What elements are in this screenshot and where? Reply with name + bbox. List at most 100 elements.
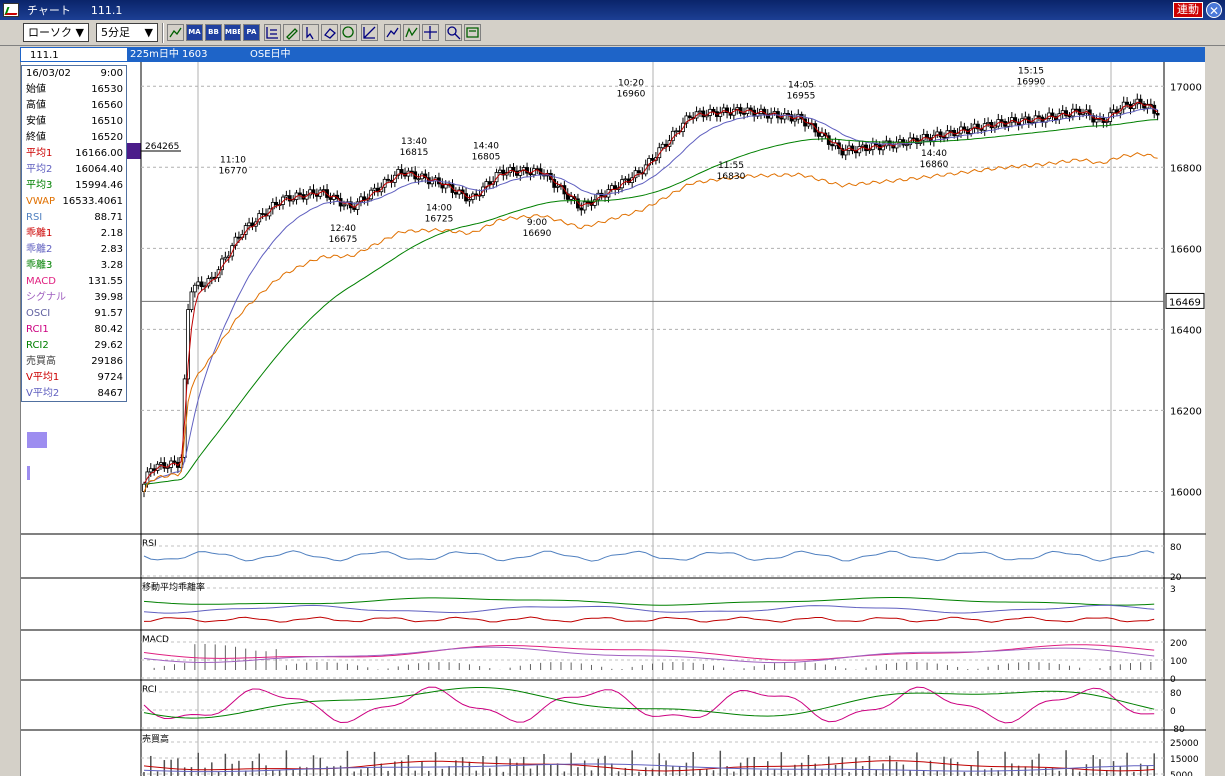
data-row-label: V平均2 <box>26 388 60 399</box>
annotation-price: 16725 <box>425 215 454 225</box>
candle-body <box>474 193 479 196</box>
candle-body <box>237 236 241 239</box>
data-row-label: 安値 <box>26 116 46 127</box>
data-panel-row: 高値 16560 <box>22 98 126 114</box>
candle-body <box>284 195 289 198</box>
interval-dropdown[interactable]: 5分足 ▼ <box>96 23 158 42</box>
cursor-icon[interactable] <box>403 24 420 41</box>
annotation-time: 14:40 <box>473 141 499 151</box>
side-bar-marker <box>27 466 30 480</box>
panel-tick-label: 3 <box>1170 585 1176 595</box>
grid-icon[interactable] <box>361 24 378 41</box>
data-panel-row: OSCI 91.57 <box>22 306 126 322</box>
data-row-value: 3.28 <box>100 260 123 271</box>
toolbar: ローソク ▼ 5分足 ▼ MA BB MBE PA <box>0 20 1225 46</box>
candle-body <box>399 169 404 174</box>
candle-body <box>698 110 702 113</box>
data-row-value: 91.57 <box>94 308 123 319</box>
ma-button[interactable]: MA <box>186 24 203 41</box>
candle-body <box>843 149 848 156</box>
candle-body <box>650 158 655 161</box>
crosshair-icon[interactable] <box>302 24 319 41</box>
data-panel-row: 乖離3 3.28 <box>22 258 126 274</box>
zoom-icon[interactable] <box>321 24 338 41</box>
trendline-icon[interactable] <box>464 24 481 41</box>
data-row-label: RSI <box>26 212 43 223</box>
print-icon[interactable] <box>340 24 357 41</box>
pencil-icon[interactable] <box>384 24 401 41</box>
candle-body <box>1037 115 1041 118</box>
annotation-price: 16770 <box>219 166 248 176</box>
candle-body <box>298 192 302 195</box>
panel-tick-label: 25000 <box>1170 739 1199 749</box>
chart-type-dropdown[interactable]: ローソク ▼ <box>23 23 89 42</box>
data-row-label: 乖離2 <box>26 244 53 255</box>
panel-title-volume: 売買高 <box>142 733 169 745</box>
candle-body <box>660 143 665 149</box>
bb-button[interactable]: BB <box>205 24 222 41</box>
candle-body <box>830 144 835 147</box>
candle-body <box>623 178 628 181</box>
mbe-button[interactable]: MBE <box>224 24 241 41</box>
chart-settings-icon[interactable] <box>167 24 184 41</box>
data-row-label: VWAP <box>26 196 56 207</box>
chevron-down-icon: ▼ <box>75 26 84 39</box>
data-row-value: 15994.46 <box>75 180 123 191</box>
data-row-value: 29.62 <box>94 340 123 351</box>
candle-body <box>192 284 197 293</box>
panel-tick-label: 5000 <box>1170 771 1193 776</box>
pa-button[interactable]: PA <box>243 24 260 41</box>
candle-body <box>687 115 692 118</box>
data-row-value: 88.71 <box>94 212 123 223</box>
annotation-price: 16860 <box>920 160 949 170</box>
data-row-label: シグナル <box>26 292 66 303</box>
candle-body <box>148 468 153 473</box>
annotation-price: 16955 <box>787 91 816 101</box>
data-row-label: 売買高 <box>26 356 56 367</box>
data-panel-row: 始値 16530 <box>22 82 126 98</box>
price-tick-label: 16200 <box>1170 406 1202 417</box>
data-panel-row: VWAP 16533.4061 <box>22 194 126 210</box>
annotation-time: 10:20 <box>618 78 644 88</box>
data-panel-row: 乖離2 2.83 <box>22 242 126 258</box>
rci2-line <box>143 687 1155 719</box>
data-panel-rows: 始値 16530 高値 16560 安値 16510 終値 16520 平均1 16166.00 平… <box>22 82 126 402</box>
settings-icon[interactable] <box>445 24 462 41</box>
data-row-label: OSCI <box>26 308 51 319</box>
candle-body <box>1104 121 1109 123</box>
data-row-value: 9724 <box>97 372 123 383</box>
panel-tick-label: 100 <box>1170 657 1187 667</box>
close-icon[interactable]: ✕ <box>1206 2 1222 18</box>
candle-body <box>582 201 587 211</box>
symbol-box[interactable]: 111.1 <box>20 47 128 62</box>
data-panel-row: 売買高 29186 <box>22 354 126 370</box>
data-row-label: 始値 <box>26 84 46 95</box>
candle-body <box>352 207 357 210</box>
chart-app-icon <box>3 3 19 17</box>
data-row-value: 16560 <box>91 100 123 111</box>
rci1-line <box>143 686 1155 724</box>
candle-body <box>860 144 865 147</box>
chart-area[interactable]: 264265 16000 16200 16400 16600 16800 17000 1646… <box>20 62 1206 776</box>
candle-body <box>487 181 492 185</box>
price-tick-label: 16800 <box>1170 163 1202 174</box>
panel-tick-label: 200 <box>1170 639 1187 649</box>
candle-body <box>223 256 228 260</box>
annotation-price: 16690 <box>523 229 552 239</box>
candle-body <box>637 170 641 174</box>
zigzag-icon[interactable] <box>283 24 300 41</box>
candle-body <box>999 119 1004 122</box>
eraser-icon[interactable] <box>422 24 439 41</box>
data-panel-row: V平均1 9724 <box>22 370 126 386</box>
price-chart[interactable]: 264265 16000 16200 16400 16600 16800 17000 1646… <box>21 62 1206 776</box>
panel-series-volume <box>143 750 1155 776</box>
candle-body <box>792 118 797 122</box>
deviation2-line <box>143 604 1155 614</box>
annotation-price: 16960 <box>617 89 646 99</box>
panel-tick-label: 0 <box>1170 707 1176 717</box>
link-button[interactable]: 連動 <box>1173 2 1203 18</box>
line-chart-icon[interactable] <box>264 24 281 41</box>
data-panel-row: RCI1 80.42 <box>22 322 126 338</box>
data-row-value: 16510 <box>91 116 123 127</box>
candle-body <box>467 199 472 202</box>
